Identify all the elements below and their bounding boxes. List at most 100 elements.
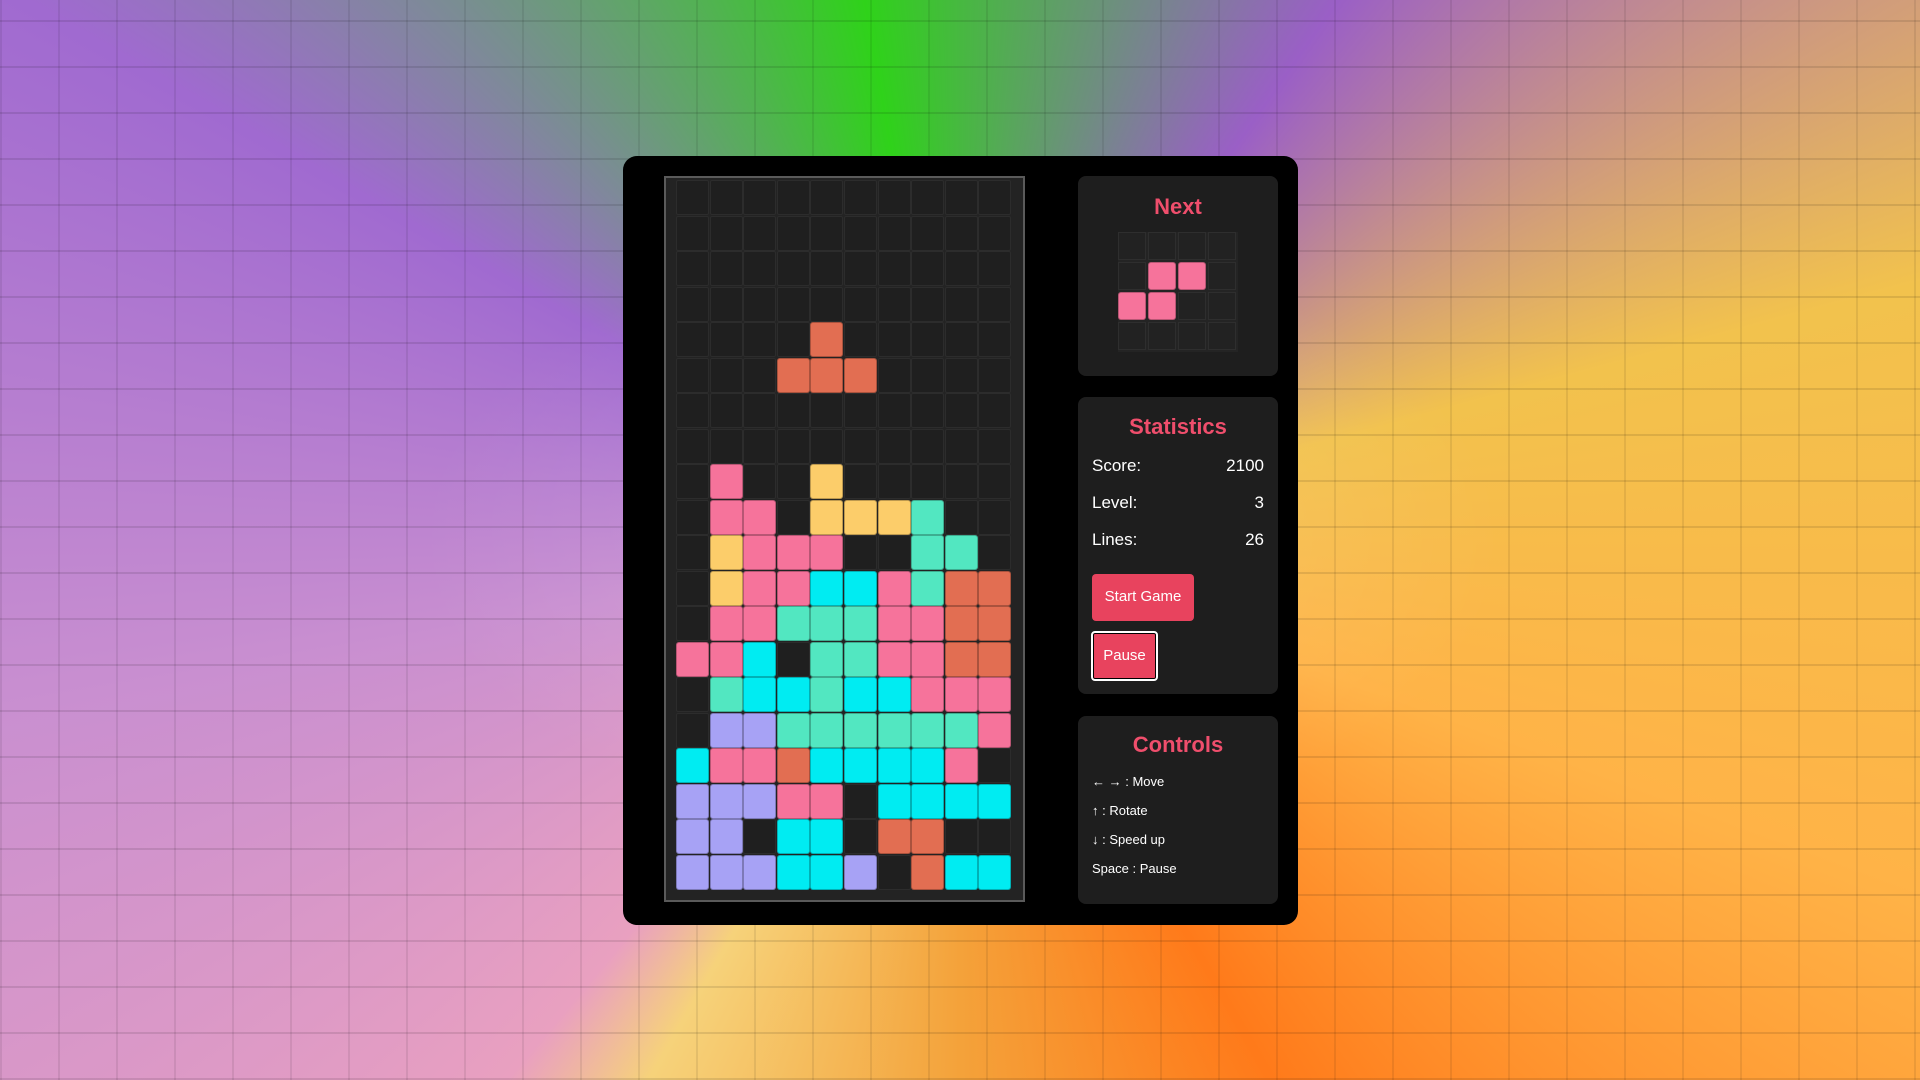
board-cell bbox=[911, 393, 945, 428]
tetromino-block bbox=[978, 854, 1012, 890]
tetromino-block bbox=[978, 570, 1012, 606]
tetromino-block bbox=[743, 641, 777, 677]
board-cell bbox=[844, 393, 877, 428]
next-grid-cell bbox=[1208, 292, 1236, 320]
board-cell bbox=[911, 215, 945, 251]
tetromino-block bbox=[810, 783, 844, 819]
control-rotate: ↑ : Rotate bbox=[1092, 803, 1148, 818]
board-cell bbox=[844, 251, 877, 286]
board-cell bbox=[743, 393, 777, 428]
tetromino-block bbox=[709, 819, 743, 854]
next-grid-cell bbox=[1118, 262, 1146, 290]
next-grid-cell bbox=[1178, 232, 1206, 260]
board-cell bbox=[676, 180, 709, 215]
board-cell bbox=[978, 180, 1012, 215]
board-cell bbox=[676, 286, 709, 322]
game-container: Next Statistics Score: 2100 Level: 3 Lin… bbox=[623, 156, 1298, 925]
board-cell bbox=[944, 499, 978, 535]
tetromino-block bbox=[676, 783, 709, 819]
tetromino-block bbox=[810, 570, 844, 606]
board-cell bbox=[743, 180, 777, 215]
board-cell bbox=[944, 357, 978, 393]
tetromino-block bbox=[978, 606, 1012, 641]
tetromino-block bbox=[978, 783, 1012, 819]
lines-row: Lines: 26 bbox=[1092, 530, 1264, 552]
next-piece-block bbox=[1118, 292, 1146, 320]
board-cell bbox=[776, 428, 810, 464]
pause-button[interactable]: Pause bbox=[1091, 631, 1158, 681]
tetromino-block bbox=[877, 783, 911, 819]
next-piece-block bbox=[1148, 262, 1176, 290]
tetromino-block bbox=[810, 322, 844, 357]
board-cell bbox=[676, 606, 709, 641]
board-cell bbox=[743, 215, 777, 251]
tetromino-block bbox=[676, 819, 709, 854]
tetromino-block bbox=[810, 748, 844, 783]
board-cell bbox=[676, 712, 709, 748]
board-cell bbox=[676, 428, 709, 464]
board-cell bbox=[844, 464, 877, 499]
controls-title: Controls bbox=[1132, 732, 1224, 757]
tetromino-block bbox=[844, 712, 877, 748]
board-cell bbox=[944, 180, 978, 215]
board-cell bbox=[911, 428, 945, 464]
next-grid-cell bbox=[1208, 262, 1236, 290]
board-cell bbox=[911, 464, 945, 499]
next-panel: Next bbox=[1078, 176, 1278, 376]
tetromino-block bbox=[776, 712, 810, 748]
tetromino-block bbox=[911, 783, 945, 819]
tetromino-block bbox=[810, 357, 844, 393]
tetromino-block bbox=[944, 641, 978, 677]
tetromino-block bbox=[877, 712, 911, 748]
tetromino-block bbox=[776, 677, 810, 712]
board-cell bbox=[844, 819, 877, 854]
tetromino-block bbox=[944, 677, 978, 712]
start-game-button[interactable]: Start Game bbox=[1092, 574, 1194, 621]
next-piece-preview bbox=[1118, 232, 1238, 352]
tetromino-block bbox=[877, 748, 911, 783]
tetromino-block bbox=[844, 748, 877, 783]
score-row: Score: 2100 bbox=[1092, 456, 1264, 478]
game-board[interactable] bbox=[664, 176, 1025, 902]
tetromino-block bbox=[844, 854, 877, 890]
board-cell bbox=[844, 322, 877, 357]
tetromino-block bbox=[810, 641, 844, 677]
score-value: 2100 bbox=[1226, 456, 1264, 475]
board-cell bbox=[743, 464, 777, 499]
board-cell bbox=[743, 286, 777, 322]
tetromino-block bbox=[743, 606, 777, 641]
board-cell bbox=[776, 464, 810, 499]
board-cell bbox=[810, 286, 844, 322]
tetromino-block bbox=[709, 464, 743, 499]
board-cell bbox=[978, 464, 1012, 499]
tetromino-block bbox=[911, 748, 945, 783]
tetromino-block bbox=[911, 570, 945, 606]
tetromino-block bbox=[776, 783, 810, 819]
board-cell bbox=[877, 464, 911, 499]
tetromino-block bbox=[810, 819, 844, 854]
tetromino-block bbox=[743, 783, 777, 819]
tetromino-block bbox=[877, 570, 911, 606]
board-cell bbox=[944, 322, 978, 357]
next-grid-cell bbox=[1118, 232, 1146, 260]
tetromino-block bbox=[743, 535, 777, 570]
tetromino-block bbox=[944, 606, 978, 641]
board-cell bbox=[709, 357, 743, 393]
tetromino-block bbox=[743, 499, 777, 535]
board-cell bbox=[709, 286, 743, 322]
next-title: Next bbox=[1154, 194, 1202, 219]
tetromino-block bbox=[743, 570, 777, 606]
board-cell bbox=[776, 393, 810, 428]
board-cell bbox=[709, 215, 743, 251]
board-cell bbox=[944, 819, 978, 854]
tetromino-block bbox=[877, 641, 911, 677]
board-cell bbox=[709, 251, 743, 286]
tetromino-block bbox=[810, 499, 844, 535]
tetromino-block bbox=[978, 712, 1012, 748]
tetromino-block bbox=[844, 499, 877, 535]
board-cell bbox=[676, 535, 709, 570]
next-grid-cell bbox=[1178, 322, 1206, 350]
control-speed-up: ↓ : Speed up bbox=[1092, 832, 1165, 847]
board-cell bbox=[810, 428, 844, 464]
board-cell bbox=[944, 215, 978, 251]
